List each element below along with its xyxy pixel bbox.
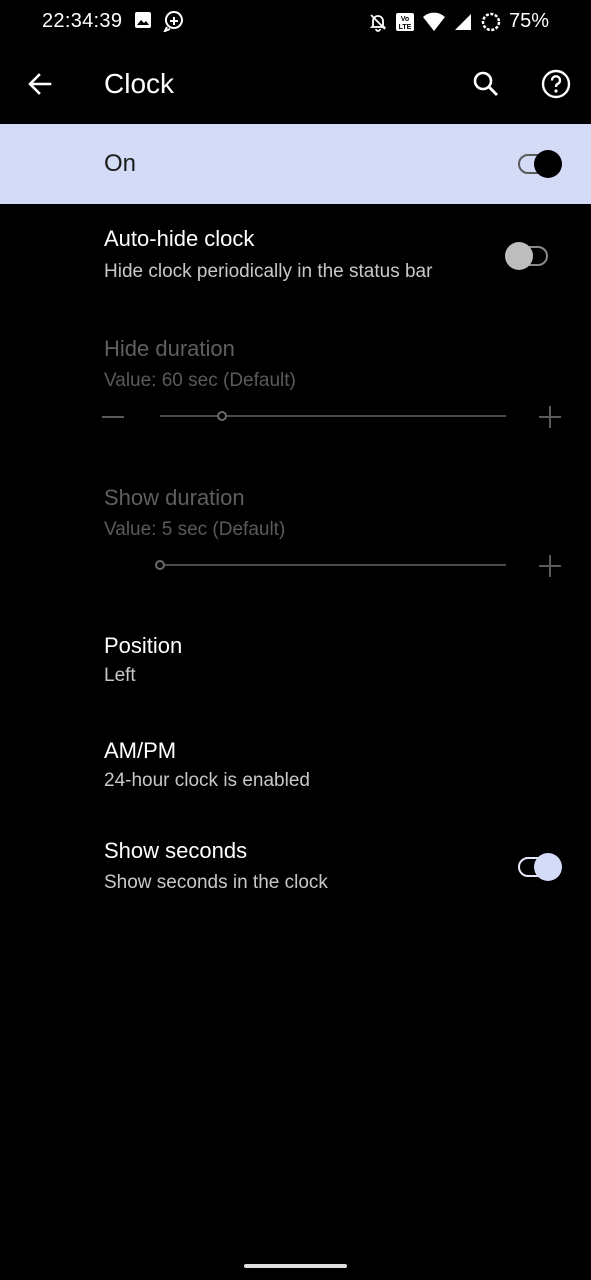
battery-saver-ring-icon	[480, 11, 502, 33]
pref-summary: Value: 60 sec (Default)	[104, 370, 296, 391]
pref-title: Hide duration	[104, 336, 235, 361]
cell-signal-icon	[453, 12, 473, 32]
pref-title: Auto-hide clock	[104, 226, 255, 251]
pref-summary: 24-hour clock is enabled	[104, 770, 310, 791]
show-seconds-toggle[interactable]	[516, 852, 564, 882]
help-button[interactable]	[536, 64, 576, 104]
volte-icon: Vo LTE	[395, 12, 415, 32]
notifications-off-icon	[368, 12, 388, 32]
hide-duration-slider	[160, 406, 506, 426]
svg-text:LTE: LTE	[399, 24, 412, 31]
wifi-icon	[422, 12, 446, 32]
image-icon	[133, 10, 153, 32]
pref-summary: Value: 5 sec (Default)	[104, 519, 286, 540]
toggle-thumb	[534, 853, 562, 881]
pref-summary: Left	[104, 665, 136, 686]
slider-thumb	[155, 560, 165, 570]
status-left-icons	[133, 10, 185, 32]
gesture-nav-handle[interactable]	[244, 1264, 347, 1268]
show-duration-slider	[155, 555, 506, 575]
slider-track	[161, 564, 506, 566]
pref-title: Show seconds	[104, 838, 248, 863]
slider-track	[160, 415, 506, 417]
auto-hide-toggle[interactable]	[504, 241, 552, 271]
increase-button	[538, 554, 562, 578]
page-title: Clock	[104, 68, 175, 99]
location-plus-icon	[163, 10, 185, 32]
battery-percent: 75%	[508, 10, 549, 32]
pref-summary: Show seconds in the clock	[104, 872, 328, 893]
status-bar: 22:34:39 Vo LTE 75%	[0, 0, 591, 44]
slider-thumb	[217, 411, 228, 421]
toggle-thumb	[505, 242, 533, 270]
arrow-back-icon	[28, 73, 52, 95]
search-button[interactable]	[466, 64, 506, 104]
pref-title: AM/PM	[104, 738, 177, 763]
master-switch-bar[interactable]: On	[0, 124, 591, 204]
svg-text:Vo: Vo	[401, 16, 409, 23]
pref-title: Position	[104, 633, 183, 658]
master-switch-label: On	[104, 150, 137, 177]
toggle-thumb	[534, 150, 562, 178]
pref-summary: Hide clock periodically in the status ba…	[104, 261, 433, 282]
search-icon	[473, 71, 498, 96]
decrease-button	[102, 405, 126, 429]
app-bar: Clock	[0, 44, 591, 124]
back-button[interactable]	[20, 64, 60, 104]
pref-title: Show duration	[104, 485, 245, 510]
master-switch-toggle[interactable]	[516, 149, 564, 179]
help-circle-icon	[541, 69, 571, 99]
increase-button	[538, 405, 562, 429]
status-right-icons: Vo LTE 75%	[368, 10, 549, 33]
status-time: 22:34:39	[42, 10, 123, 32]
